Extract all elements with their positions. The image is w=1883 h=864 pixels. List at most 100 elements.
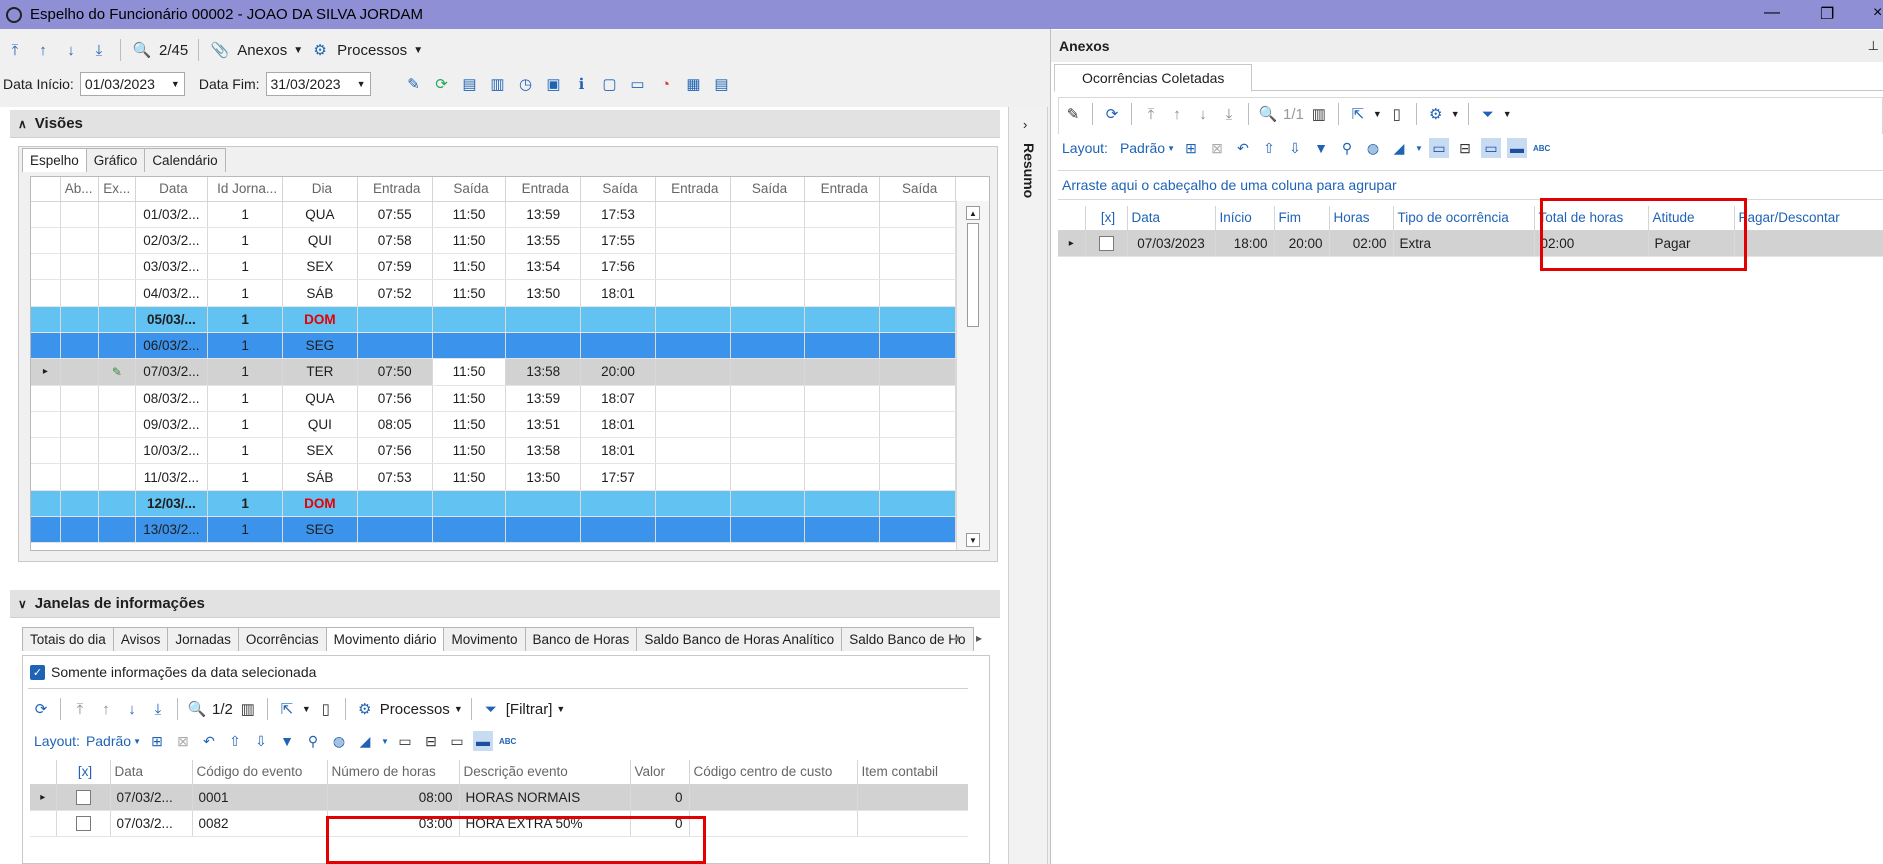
date-cell[interactable]: 07/03/2...: [110, 810, 193, 838]
day-cell[interactable]: QUI: [282, 411, 358, 439]
empty-cell[interactable]: [879, 516, 956, 544]
first-record-icon[interactable]: ⤒: [4, 39, 26, 61]
visoes-header[interactable]: ∧ Visões: [10, 110, 1000, 138]
entrada-cell[interactable]: 07:50: [357, 358, 433, 386]
exception-cell[interactable]: [98, 385, 136, 412]
row-indicator[interactable]: [31, 516, 61, 544]
spellcheck-icon[interactable]: ABC: [499, 737, 516, 746]
day-cell[interactable]: SÁB: [282, 463, 358, 491]
document-icon[interactable]: ▤: [459, 73, 481, 95]
tab-5[interactable]: Movimento: [443, 627, 526, 651]
empty-cell[interactable]: [879, 279, 956, 307]
empty-cell[interactable]: [730, 437, 806, 465]
document-icon[interactable]: ▯: [1386, 103, 1408, 125]
previous-record-icon[interactable]: ↑: [95, 698, 117, 720]
filtrar-button[interactable]: [Filtrar]: [506, 701, 553, 718]
exception-cell[interactable]: [98, 516, 136, 544]
day-cell[interactable]: DOM: [282, 490, 358, 518]
table-row[interactable]: ▸ ✎ 07/03/2... 1 TER 07:50 11:50 13:58 20:00: [31, 358, 956, 386]
column-header[interactable]: [x]: [56, 760, 111, 785]
tabs-scroll-left-icon[interactable]: ◂: [953, 631, 959, 645]
day-cell[interactable]: QUA: [282, 385, 358, 412]
delete-row-icon[interactable]: ⊠: [173, 731, 193, 751]
date-cell[interactable]: 11/03/2...: [135, 463, 209, 491]
item-contabil-cell[interactable]: [857, 810, 968, 838]
tab-1[interactable]: Avisos: [112, 627, 169, 651]
exception-cell[interactable]: ✎: [98, 358, 136, 386]
empty-cell[interactable]: [804, 411, 881, 439]
close-button[interactable]: ×: [1873, 4, 1882, 22]
jornada-cell[interactable]: 1: [207, 332, 284, 360]
saida-cell[interactable]: 20:00: [580, 358, 656, 386]
entrada-cell[interactable]: 07:52: [357, 279, 433, 307]
column-header[interactable]: Fim: [1274, 206, 1330, 231]
tab-2[interactable]: Jornadas: [167, 627, 239, 651]
saida-cell[interactable]: 17:56: [580, 253, 656, 281]
column-header[interactable]: Entrada: [804, 177, 881, 202]
entrada-cell[interactable]: 13:50: [505, 463, 582, 491]
day-cell[interactable]: QUA: [282, 201, 358, 228]
empty-cell[interactable]: [879, 385, 956, 412]
contact-card-icon[interactable]: ▢: [599, 73, 621, 95]
date-cell[interactable]: 09/03/2...: [135, 411, 209, 439]
export-icon[interactable]: ⇱: [1347, 103, 1369, 125]
tabs-scroll-right-icon[interactable]: ▸: [976, 631, 982, 645]
empty-cell[interactable]: [655, 306, 731, 333]
entrada-cell[interactable]: 07:59: [357, 253, 433, 281]
report-icon[interactable]: ▥: [487, 73, 509, 95]
empty-cell[interactable]: [804, 437, 881, 465]
empty-cell[interactable]: [804, 490, 881, 518]
empty-cell[interactable]: [879, 306, 956, 333]
inicio-cell[interactable]: 18:00: [1215, 230, 1275, 257]
empty-cell[interactable]: [879, 411, 956, 439]
data-inicio-field[interactable]: 01/03/2023 ▼: [79, 72, 185, 96]
layout-fill-icon[interactable]: ▬: [1506, 138, 1527, 158]
chevron-down-icon[interactable]: ▼: [454, 704, 463, 714]
search-icon[interactable]: 🔍: [1257, 103, 1279, 125]
entrada-cell[interactable]: 08:05: [357, 411, 433, 439]
day-cell[interactable]: SEG: [282, 516, 358, 544]
layout-split-icon[interactable]: ⊟: [1455, 138, 1475, 158]
layout-bottom-icon[interactable]: ▭: [395, 731, 415, 751]
saida-cell[interactable]: [432, 490, 507, 518]
saida-cell[interactable]: 11:50: [432, 227, 507, 255]
column-header[interactable]: Data: [135, 177, 209, 202]
row-indicator[interactable]: [31, 411, 61, 439]
table-row[interactable]: 02/03/2... 1 QUI 07:58 11:50 13:55 17:55: [31, 227, 956, 255]
exception-cell[interactable]: [98, 201, 136, 228]
chevron-down-icon[interactable]: ▼: [1451, 109, 1460, 119]
empty-cell[interactable]: [879, 253, 956, 281]
column-header[interactable]: Saída: [432, 177, 507, 202]
abono-cell[interactable]: [60, 306, 100, 333]
column-header[interactable]: Pagar/Descontar: [1734, 206, 1883, 231]
abono-cell[interactable]: [60, 437, 100, 465]
row-indicator[interactable]: [31, 201, 61, 228]
row-indicator[interactable]: [31, 385, 61, 412]
previous-record-icon[interactable]: ↑: [1166, 103, 1188, 125]
abono-cell[interactable]: [60, 332, 100, 360]
column-header[interactable]: Tipo de ocorrência: [1393, 206, 1535, 231]
last-record-icon[interactable]: ⤓: [147, 698, 169, 720]
chevron-down-icon[interactable]: ▼: [293, 45, 303, 56]
move-down-icon[interactable]: ⇩: [251, 731, 271, 751]
column-header[interactable]: Horas: [1329, 206, 1394, 231]
jornada-cell[interactable]: 1: [207, 253, 284, 281]
search-icon[interactable]: 🔍: [131, 39, 153, 61]
paint-icon[interactable]: ▼: [277, 731, 297, 751]
layout-split-icon[interactable]: ⊟: [421, 731, 441, 751]
chevron-up-icon[interactable]: ∧: [18, 117, 27, 131]
saida-cell[interactable]: 11:50: [432, 411, 507, 439]
tab-ocorrencias-coletadas[interactable]: Ocorrências Coletadas: [1054, 64, 1253, 92]
table-row[interactable]: 13/03/2... 1 SEG: [31, 516, 956, 544]
espelho-scrollbar[interactable]: ▲ ▼: [956, 201, 989, 550]
date-cell[interactable]: 02/03/2...: [135, 227, 209, 255]
row-indicator[interactable]: [31, 490, 61, 518]
scroll-thumb[interactable]: [967, 223, 979, 327]
column-header[interactable]: [x]: [1085, 206, 1128, 231]
row-indicator[interactable]: [31, 253, 61, 281]
column-header[interactable]: Código do evento: [192, 760, 328, 785]
last-record-icon[interactable]: ⤓: [88, 39, 110, 61]
empty-cell[interactable]: [730, 385, 806, 412]
column-header[interactable]: Ex...: [98, 177, 136, 202]
saida-cell[interactable]: 18:01: [580, 411, 656, 439]
